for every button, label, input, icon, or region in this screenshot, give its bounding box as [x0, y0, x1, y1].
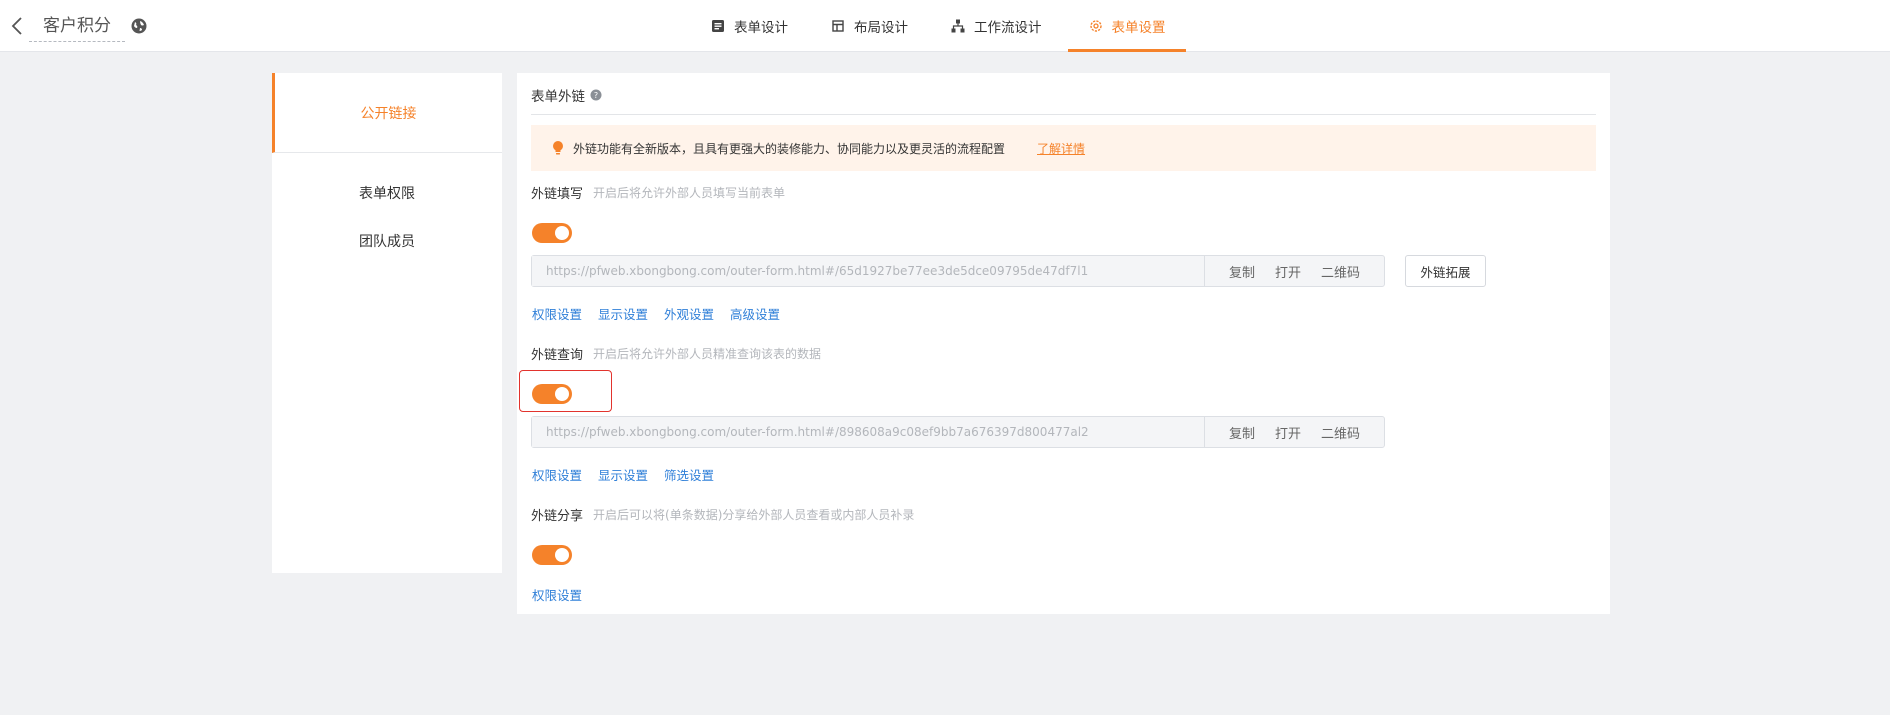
share-row-label: 外链分享 开启后可以将(单条数据)分享给外部人员查看或内部人员补录	[531, 505, 914, 524]
permission-settings-link[interactable]: 权限设置	[532, 465, 582, 484]
section-title-text: 表单外链	[531, 89, 585, 105]
fill-toggle[interactable]	[532, 223, 572, 243]
workflow-icon	[950, 18, 966, 34]
section-divider	[531, 114, 1596, 115]
link-extension-button[interactable]: 外链拓展	[1405, 255, 1486, 287]
fill-desc: 开启后将允许外部人员填写当前表单	[593, 186, 786, 200]
qrcode-button[interactable]: 二维码	[1312, 423, 1369, 442]
toggle-knob	[555, 548, 569, 562]
form-icon	[710, 18, 726, 34]
query-desc: 开启后将允许外部人员精准查询该表的数据	[593, 347, 822, 361]
query-url-input[interactable]	[532, 417, 1205, 447]
svg-text:?: ?	[594, 91, 598, 100]
tab-layout-design[interactable]: 布局设计	[816, 0, 922, 52]
upgrade-notice: 外链功能有全新版本，且具有更强大的装修能力、协同能力以及更灵活的流程配置 了解详…	[531, 125, 1596, 171]
permission-settings-link[interactable]: 权限设置	[532, 304, 582, 323]
notice-text: 外链功能有全新版本，且具有更强大的装修能力、协同能力以及更灵活的流程配置	[573, 141, 1006, 156]
lightbulb-icon	[551, 140, 565, 156]
fill-url-group: 复制 打开 二维码	[531, 255, 1385, 287]
tab-label: 表单设计	[734, 20, 788, 36]
tab-workflow-design[interactable]: 工作流设计	[936, 0, 1056, 52]
share-desc: 开启后可以将(单条数据)分享给外部人员查看或内部人员补录	[593, 508, 915, 522]
fill-row-label: 外链填写 开启后将允许外部人员填写当前表单	[531, 183, 785, 202]
layout-icon	[830, 18, 846, 34]
tab-form-settings[interactable]: 表单设置	[1067, 0, 1186, 52]
advanced-settings-link[interactable]: 高级设置	[730, 304, 780, 323]
filter-settings-link[interactable]: 筛选设置	[664, 465, 714, 484]
query-row-label: 外链查询 开启后将允许外部人员精准查询该表的数据	[531, 344, 821, 363]
query-url-actions: 复制 打开 二维码	[1205, 417, 1384, 447]
settings-sidebar: 公开链接 表单权限 团队成员	[272, 73, 502, 573]
sidebar-item-label: 表单权限	[359, 186, 415, 202]
chevron-left-icon	[11, 17, 22, 35]
query-toggle[interactable]	[532, 384, 572, 404]
main-panel: 表单外链 ? 外链功能有全新版本，且具有更强大的装修能力、协同能力以及更灵活的流…	[517, 73, 1610, 614]
gear-icon	[1088, 18, 1104, 34]
fill-label: 外链填写	[531, 187, 584, 202]
fill-url-input[interactable]	[532, 256, 1205, 286]
query-url-group: 复制 打开 二维码	[531, 416, 1385, 448]
sidebar-item-label: 团队成员	[359, 234, 415, 250]
share-toggle[interactable]	[532, 545, 572, 565]
top-header: 客户积分 表单设计 布局设计 工作流设计 表单设置	[0, 0, 1890, 52]
tab-form-design[interactable]: 表单设计	[696, 0, 802, 52]
tab-label: 工作流设计	[974, 20, 1042, 36]
tab-label: 表单设置	[1111, 20, 1166, 36]
fill-settings-links: 权限设置 显示设置 外观设置 高级设置	[532, 304, 780, 323]
learn-more-link[interactable]: 了解详情	[1037, 140, 1085, 157]
toggle-knob	[555, 387, 569, 401]
help-icon[interactable]: ?	[590, 89, 602, 101]
section-title: 表单外链 ?	[531, 85, 602, 105]
display-settings-link[interactable]: 显示设置	[598, 465, 648, 484]
design-tabs: 表单设计 布局设计 工作流设计 表单设置	[696, 0, 1200, 52]
sidebar-item-form-permission[interactable]: 表单权限	[272, 153, 502, 211]
app-title[interactable]: 客户积分	[29, 12, 125, 42]
globe-icon[interactable]	[130, 17, 148, 35]
open-button[interactable]: 打开	[1266, 423, 1310, 442]
appearance-settings-link[interactable]: 外观设置	[664, 304, 714, 323]
fill-url-actions: 复制 打开 二维码	[1205, 256, 1384, 286]
permission-settings-link[interactable]: 权限设置	[532, 585, 582, 604]
back-button[interactable]	[6, 14, 28, 38]
toggle-knob	[555, 226, 569, 240]
copy-button[interactable]: 复制	[1220, 262, 1264, 281]
copy-button[interactable]: 复制	[1220, 423, 1264, 442]
qrcode-button[interactable]: 二维码	[1312, 262, 1369, 281]
share-label: 外链分享	[531, 509, 584, 524]
sidebar-item-team-members[interactable]: 团队成员	[272, 211, 502, 271]
query-settings-links: 权限设置 显示设置 筛选设置	[532, 465, 714, 484]
display-settings-link[interactable]: 显示设置	[598, 304, 648, 323]
sidebar-item-label: 公开链接	[360, 105, 417, 122]
tab-label: 布局设计	[854, 20, 908, 36]
query-label: 外链查询	[531, 348, 584, 363]
open-button[interactable]: 打开	[1266, 262, 1310, 281]
sidebar-item-public-link[interactable]: 公开链接	[272, 73, 502, 153]
share-settings-links: 权限设置	[532, 585, 582, 604]
